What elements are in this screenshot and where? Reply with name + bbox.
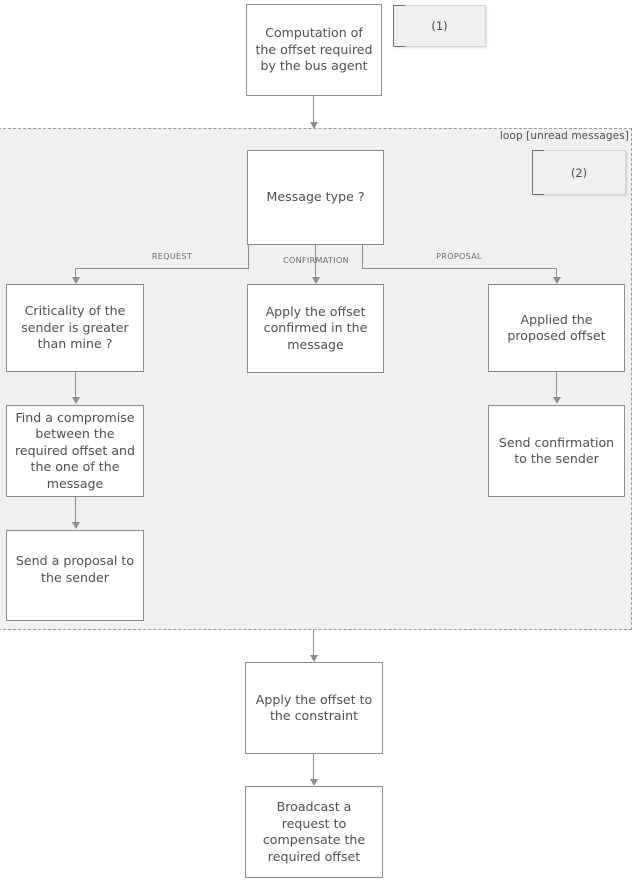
arrowhead-proposal — [553, 277, 561, 284]
connector-proposal-horizontal — [362, 268, 557, 269]
node-message-type[interactable]: Message type ? — [247, 150, 384, 245]
node-apply-offset-confirmed[interactable]: Apply the offset confirmed in the messag… — [247, 284, 384, 373]
note-label: (1) — [431, 19, 448, 33]
arrowhead-apply-to-broadcast — [310, 779, 318, 786]
edge-label-confirmation: CONFIRMATION — [283, 256, 349, 265]
node-label: Find a compromise between the required o… — [14, 409, 136, 491]
edge-label-proposal: PROPOSAL — [436, 252, 482, 261]
connector-applied-to-confirmation — [556, 372, 557, 399]
node-label: Send a proposal to the sender — [15, 553, 135, 585]
connector-criticality-to-compromise — [75, 372, 76, 399]
note-1: (1) — [393, 5, 486, 47]
node-label: Send confirmation to the sender — [498, 434, 615, 467]
node-broadcast-request[interactable]: Broadcast a request to compensate the re… — [245, 786, 383, 878]
note-label: (2) — [570, 165, 588, 180]
node-computation-offset[interactable]: Computation of the offset required by th… — [246, 4, 382, 96]
arrowhead-criticality-to-compromise — [72, 397, 80, 404]
node-label: Applied the proposed offset — [507, 311, 606, 344]
node-label: Apply the offset confirmed in the messag… — [263, 303, 368, 352]
connector-compromise-to-proposal — [75, 497, 76, 524]
node-criticality-sender[interactable]: Criticality of the sender is greater tha… — [6, 284, 144, 372]
node-label: Computation of the offset required by th… — [255, 25, 373, 74]
connector-computation-to-loop — [313, 96, 314, 124]
note-2: (2) — [532, 150, 626, 195]
connector-request-stub — [248, 245, 249, 268]
arrowhead-request — [72, 277, 80, 284]
node-apply-offset-constraint[interactable]: Apply the offset to the constraint — [245, 662, 383, 754]
arrowhead-confirmation — [312, 277, 320, 284]
node-send-confirmation[interactable]: Send confirmation to the sender — [488, 405, 625, 497]
node-send-proposal[interactable]: Send a proposal to the sender — [6, 530, 144, 621]
connector-proposal-stub — [362, 245, 363, 268]
node-label: Broadcast a request to compensate the re… — [262, 799, 366, 864]
connector-request-horizontal — [75, 268, 249, 269]
node-find-compromise[interactable]: Find a compromise between the required o… — [6, 405, 144, 497]
node-applied-proposed-offset[interactable]: Applied the proposed offset — [488, 284, 625, 372]
node-label: Message type ? — [266, 189, 365, 205]
arrowhead-applied-to-confirmation — [553, 397, 561, 404]
loop-frame-label: loop [unread messages] — [499, 130, 629, 142]
arrowhead-loop-to-apply-constraint — [310, 655, 318, 662]
flowchart-canvas: Computation of the offset required by th… — [0, 0, 636, 886]
node-label: Criticality of the sender is greater tha… — [21, 303, 129, 352]
node-label: Apply the offset to the constraint — [255, 691, 373, 724]
edge-label-request: REQUEST — [151, 252, 193, 261]
arrowhead-compromise-to-proposal — [72, 522, 80, 529]
